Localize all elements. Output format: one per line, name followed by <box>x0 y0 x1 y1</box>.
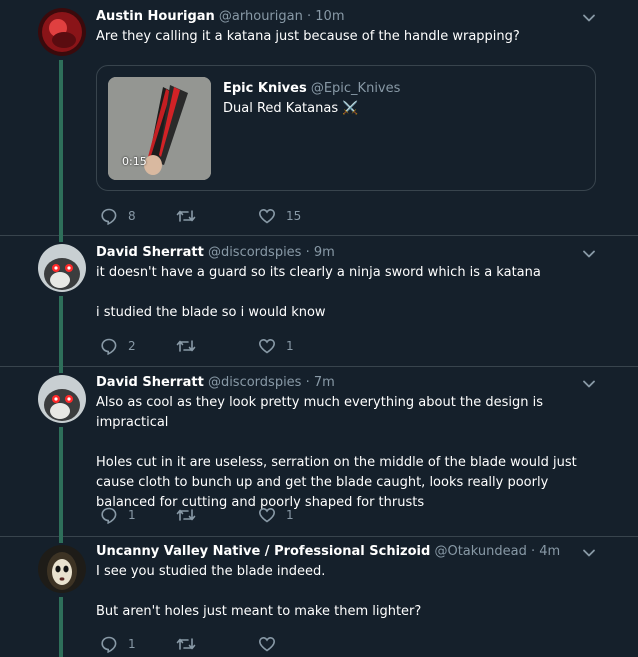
tweet-actions: 1 1 <box>96 505 336 525</box>
avatar[interactable] <box>38 545 86 593</box>
tweet[interactable]: Austin Hourigan @arhourigan · 10m Are th… <box>0 0 638 236</box>
retweet-icon <box>176 340 196 352</box>
thread-line <box>59 427 63 537</box>
retweet-button[interactable] <box>176 505 206 525</box>
like-button[interactable] <box>258 634 286 654</box>
quoted-tweet-text: Dual Red Katanas ⚔️ <box>223 101 359 116</box>
heart-icon <box>258 636 276 652</box>
tweet[interactable]: David Sherratt @discordspies · 9m it doe… <box>0 236 638 367</box>
reply-count: 1 <box>128 637 136 651</box>
avatar[interactable] <box>38 8 86 56</box>
reply-button[interactable]: 8 <box>100 206 136 226</box>
chevron-down-icon[interactable] <box>582 377 596 391</box>
tweet[interactable]: Uncanny Valley Native / Professional Sch… <box>0 537 638 657</box>
display-name[interactable]: Uncanny Valley Native / Professional Sch… <box>96 544 430 559</box>
timestamp[interactable]: 7m <box>314 375 335 390</box>
thread-line <box>59 296 63 367</box>
reply-icon <box>101 507 117 524</box>
tweet-header: Uncanny Valley Native / Professional Sch… <box>96 544 560 560</box>
tweet-actions: 8 15 <box>96 206 336 226</box>
reply-count: 1 <box>128 508 136 522</box>
username[interactable]: @Otakundead <box>434 544 526 559</box>
tweet-actions: 1 <box>96 634 336 654</box>
tweet-text: it doesn't have a guard so its clearly a… <box>96 263 596 323</box>
thread-line <box>59 236 63 242</box>
timestamp[interactable]: 10m <box>315 9 344 24</box>
retweet-button[interactable] <box>176 634 206 654</box>
video-thumbnail[interactable]: 0:15 <box>108 77 211 180</box>
reply-button[interactable]: 2 <box>100 336 136 356</box>
tweet-header: Austin Hourigan @arhourigan · 10m <box>96 9 345 25</box>
tweet-paragraph: Holes cut in it are useless, serration o… <box>96 455 577 510</box>
display-name[interactable]: David Sherratt <box>96 375 204 390</box>
chevron-down-icon[interactable] <box>582 11 596 25</box>
retweet-button[interactable] <box>176 336 206 356</box>
chevron-down-icon[interactable] <box>582 247 596 261</box>
separator: · <box>530 544 536 559</box>
separator: · <box>305 375 310 390</box>
retweet-icon <box>176 210 196 222</box>
thread-line <box>59 597 63 657</box>
tweet-paragraph: I see you studied the blade indeed. <box>96 564 326 579</box>
reply-icon <box>101 338 117 355</box>
display-name[interactable]: David Sherratt <box>96 245 204 260</box>
tweet-paragraph: But aren't holes just meant to make them… <box>96 604 422 619</box>
timestamp[interactable]: 4m <box>539 544 560 559</box>
retweet-button[interactable] <box>176 206 206 226</box>
tweet-paragraph: Also as cool as they look pretty much ev… <box>96 395 544 430</box>
tweet-text: Are they calling it a katana just becaus… <box>96 27 596 47</box>
reply-count: 2 <box>128 339 136 353</box>
quoted-username: @Epic_Knives <box>310 81 401 96</box>
tweet[interactable]: David Sherratt @discordspies · 7m Also a… <box>0 367 638 537</box>
avatar[interactable] <box>38 244 86 292</box>
tweet-paragraph: it doesn't have a guard so its clearly a… <box>96 265 541 280</box>
username[interactable]: @discordspies <box>208 245 302 260</box>
like-count: 15 <box>286 209 302 223</box>
thread-line <box>59 537 63 543</box>
heart-icon <box>258 507 276 523</box>
avatar[interactable] <box>38 375 86 423</box>
retweet-icon <box>176 509 196 521</box>
reply-icon <box>101 208 117 225</box>
tweet-paragraph: Are they calling it a katana just becaus… <box>96 29 520 44</box>
thread-line <box>59 60 63 236</box>
thread-line <box>59 367 63 373</box>
reply-button[interactable]: 1 <box>100 505 136 525</box>
reply-count: 8 <box>128 209 136 223</box>
retweet-icon <box>176 638 196 650</box>
tweet-actions: 2 1 <box>96 336 336 356</box>
reply-icon <box>101 636 117 653</box>
like-button[interactable]: 1 <box>258 336 294 356</box>
separator: · <box>305 245 310 260</box>
quoted-display-name: Epic Knives <box>223 81 307 96</box>
tweet-header: David Sherratt @discordspies · 7m <box>96 375 335 391</box>
username[interactable]: @discordspies <box>208 375 302 390</box>
timestamp[interactable]: 9m <box>314 245 335 260</box>
quoted-tweet-card[interactable]: 0:15 Epic Knives @Epic_Knives Dual Red K… <box>96 65 596 191</box>
quoted-tweet-header: Epic Knives @Epic_Knives <box>223 81 400 96</box>
tweet-text: Also as cool as they look pretty much ev… <box>96 393 588 513</box>
separator: · <box>307 9 312 24</box>
like-count: 1 <box>286 339 294 353</box>
like-button[interactable]: 1 <box>258 505 294 525</box>
reply-button[interactable]: 1 <box>100 634 136 654</box>
display-name[interactable]: Austin Hourigan <box>96 9 215 24</box>
tweet-text: I see you studied the blade indeed. But … <box>96 562 596 622</box>
like-count: 1 <box>286 508 294 522</box>
chevron-down-icon[interactable] <box>582 546 596 560</box>
like-button[interactable]: 15 <box>258 206 301 226</box>
tweet-header: David Sherratt @discordspies · 9m <box>96 245 335 261</box>
heart-icon <box>258 338 276 354</box>
tweet-paragraph: i studied the blade so i would know <box>96 305 326 320</box>
video-duration: 0:15 <box>122 155 147 168</box>
username[interactable]: @arhourigan <box>219 9 303 24</box>
heart-icon <box>258 208 276 224</box>
